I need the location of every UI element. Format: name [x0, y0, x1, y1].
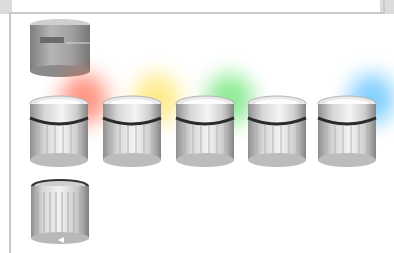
clear-lens-module-icon	[28, 176, 92, 248]
light-module-green-icon	[173, 74, 253, 170]
frame-right-border	[383, 0, 385, 14]
light-module-body	[247, 95, 307, 167]
light-module-white-icon	[245, 74, 325, 170]
signal-tower-base-icon	[26, 17, 95, 81]
image-frame	[0, 0, 394, 253]
frame-left-border	[9, 14, 11, 253]
light-module-body	[29, 95, 89, 167]
light-module-blue-icon	[315, 74, 394, 170]
light-module-red-icon	[27, 74, 107, 170]
light-module-body	[317, 95, 377, 167]
light-module-body	[102, 95, 162, 167]
frame-top-line	[9, 12, 385, 14]
light-module-body	[175, 95, 235, 167]
light-module-yellow-icon	[100, 74, 180, 170]
